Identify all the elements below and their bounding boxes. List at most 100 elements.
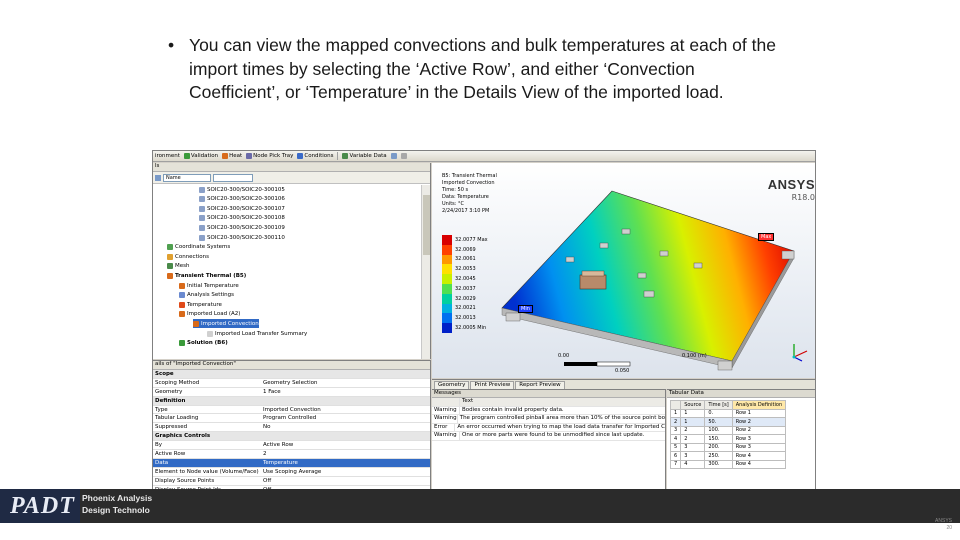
company-line-1: Phoenix Analysis bbox=[82, 493, 153, 503]
tabular-cell: 100. bbox=[704, 425, 733, 435]
toolbar-environment[interactable]: ironment bbox=[155, 153, 180, 159]
tabular-data-table: Source Time [s] Analysis Definition 1 1 0. Row… bbox=[669, 400, 787, 469]
tabular-row[interactable]: 2 1 50. Row 2 bbox=[669, 417, 787, 427]
details-value[interactable]: Off bbox=[263, 478, 271, 484]
tabular-row[interactable]: 3 2 100. Row 2 bbox=[669, 425, 787, 435]
tree-item[interactable]: SOIC20-300/SOIC20-300106 bbox=[199, 195, 285, 204]
message-row[interactable]: Warning Bodies contain invalid property d… bbox=[432, 406, 665, 415]
details-value[interactable]: No bbox=[263, 424, 270, 430]
tree-item[interactable]: Coordinate Systems bbox=[167, 243, 230, 252]
view-tab[interactable]: Geometry bbox=[434, 381, 470, 389]
padt-logo: PADT bbox=[0, 489, 80, 523]
tabular-cell: 4 bbox=[669, 434, 682, 444]
component-chip bbox=[579, 274, 607, 290]
tabular-cell: 150. bbox=[704, 434, 733, 444]
toolbar-validation[interactable]: Validation bbox=[183, 153, 218, 159]
tree-item-label: SOIC20-300/SOIC20-300109 bbox=[207, 224, 285, 231]
graphics-viewport[interactable]: B5: Transient Thermal Imported Convection… bbox=[432, 163, 815, 378]
details-row[interactable]: Display Source Points Off bbox=[153, 477, 430, 486]
chart-icon[interactable] bbox=[390, 153, 397, 159]
details-value[interactable]: Use Scoping Average bbox=[263, 469, 321, 475]
tabular-header-cell[interactable] bbox=[669, 400, 682, 410]
tabular-header-cell[interactable]: Source bbox=[680, 400, 706, 410]
filter-icon[interactable] bbox=[155, 174, 161, 181]
messages-header-row: Text bbox=[432, 398, 665, 407]
tree-item[interactable]: SOIC20-300/SOIC20-300109 bbox=[199, 223, 285, 232]
tabular-cell: 250. bbox=[704, 451, 733, 461]
tabular-data-title: Tabular Data bbox=[667, 390, 815, 398]
message-type: Warning bbox=[432, 432, 460, 440]
details-row[interactable]: Tabular Loading Program Controlled bbox=[153, 414, 430, 424]
max-tag: Max bbox=[758, 233, 775, 241]
tabular-row[interactable]: 7 4 300. Row 4 bbox=[669, 459, 787, 469]
scale-label-right: 0.100 (m) bbox=[682, 353, 707, 359]
tabular-row[interactable]: 4 2 150. Row 3 bbox=[669, 434, 787, 444]
tabular-row[interactable]: 1 1 0. Row 1 bbox=[669, 408, 787, 418]
tree-item[interactable]: Transient Thermal (B5) bbox=[167, 271, 246, 280]
tabular-cell: 4 bbox=[680, 459, 706, 469]
details-value[interactable]: 2 bbox=[263, 451, 267, 457]
tabular-header-cell[interactable]: Time [s] bbox=[704, 400, 733, 410]
details-row[interactable]: Element to Node value (Volume/Face) Use S… bbox=[153, 468, 430, 477]
filter-search-input[interactable] bbox=[213, 173, 253, 182]
toolbar-heat[interactable]: Heat bbox=[222, 153, 242, 159]
details-value[interactable]: Imported Convection bbox=[263, 407, 321, 413]
tree-item[interactable]: SOIC20-300/SOIC20-300105 bbox=[199, 185, 285, 194]
filter-select[interactable]: Name bbox=[163, 173, 211, 182]
tree-item[interactable]: SOIC20-300/SOIC20-300110 bbox=[199, 233, 285, 242]
tree-item[interactable]: Mesh bbox=[167, 262, 189, 271]
message-row[interactable]: Warning The program controlled pinball ar… bbox=[432, 415, 665, 424]
tree-item-label: SOIC20-300/SOIC20-300106 bbox=[207, 196, 285, 203]
tree-item[interactable]: SOIC20-300/SOIC20-300107 bbox=[199, 204, 285, 213]
details-row[interactable]: Active Row 2 bbox=[153, 450, 430, 459]
outline-scrollbar[interactable] bbox=[421, 185, 430, 359]
details-row[interactable]: Geometry 1 Face bbox=[153, 388, 430, 397]
details-key: Graphics Controls bbox=[155, 433, 211, 440]
outline-header: ls bbox=[153, 163, 430, 172]
tree-item-label: Transient Thermal (B5) bbox=[175, 272, 247, 279]
tree-item[interactable]: Analysis Settings bbox=[179, 291, 234, 300]
toolbar-variable-data[interactable]: Variable Data bbox=[342, 153, 387, 159]
details-value[interactable]: 1 Face bbox=[263, 389, 281, 395]
triad-axes[interactable] bbox=[788, 341, 810, 363]
tabular-row[interactable]: 5 3 200. Row 3 bbox=[669, 442, 787, 452]
tree-item[interactable]: SOIC20-300/SOIC20-300108 bbox=[199, 214, 285, 223]
tree-item[interactable]: Imported Convection bbox=[193, 319, 259, 329]
tabular-cell: 2 bbox=[680, 434, 706, 444]
details-row[interactable]: By Active Row bbox=[153, 441, 430, 451]
tree-item[interactable]: Temperature bbox=[179, 300, 222, 309]
tree-item-label: Coordinate Systems bbox=[175, 244, 231, 251]
view-tab[interactable]: Report Preview bbox=[515, 381, 565, 389]
details-row[interactable]: Scoping Method Geometry Selection bbox=[153, 379, 430, 388]
tabular-header-cell[interactable]: Analysis Definition bbox=[731, 400, 787, 410]
details-row[interactable]: Data Temperature bbox=[153, 458, 430, 468]
tabular-row[interactable]: 6 3 250. Row 4 bbox=[669, 451, 787, 461]
details-value[interactable]: Geometry Selection bbox=[263, 380, 318, 386]
toolbar-node-pick[interactable]: Node Pick Tray bbox=[246, 153, 293, 159]
conditions-icon bbox=[297, 153, 304, 159]
details-key: Data bbox=[155, 459, 169, 466]
view-tab[interactable]: Print Preview bbox=[470, 381, 515, 389]
message-row[interactable]: Warning One or more parts were found to b… bbox=[432, 432, 665, 441]
tree-item[interactable]: Imported Load (A2) bbox=[179, 310, 240, 319]
details-row[interactable]: Type Imported Convection bbox=[153, 406, 430, 415]
details-value[interactable]: Temperature bbox=[263, 460, 298, 466]
details-row[interactable]: Suppressed No bbox=[153, 423, 430, 433]
message-text: Bodies contain invalid property data. bbox=[462, 406, 564, 413]
tree-item[interactable]: Initial Temperature bbox=[179, 281, 239, 290]
details-value[interactable]: Program Controlled bbox=[263, 415, 316, 421]
scrollbar-thumb[interactable] bbox=[423, 195, 430, 255]
toolbar-conditions[interactable]: Conditions bbox=[297, 153, 333, 159]
node-icon bbox=[246, 153, 253, 159]
tree-item[interactable]: Imported Load Transfer Summary bbox=[207, 329, 307, 338]
details-title: ails of "Imported Convection" bbox=[153, 361, 430, 370]
copy-icon[interactable] bbox=[400, 153, 407, 159]
details-row: Scope bbox=[153, 370, 430, 379]
tree-item[interactable]: Connections bbox=[167, 252, 209, 261]
details-key: Scoping Method bbox=[155, 379, 200, 386]
message-type: Warning bbox=[434, 415, 458, 423]
message-row[interactable]: Error An error occurred when trying to ma… bbox=[432, 423, 665, 432]
details-value[interactable]: Active Row bbox=[263, 442, 293, 448]
scale-label-mid: 0.050 bbox=[615, 368, 630, 374]
tree-item[interactable]: Solution (B6) bbox=[179, 339, 228, 348]
